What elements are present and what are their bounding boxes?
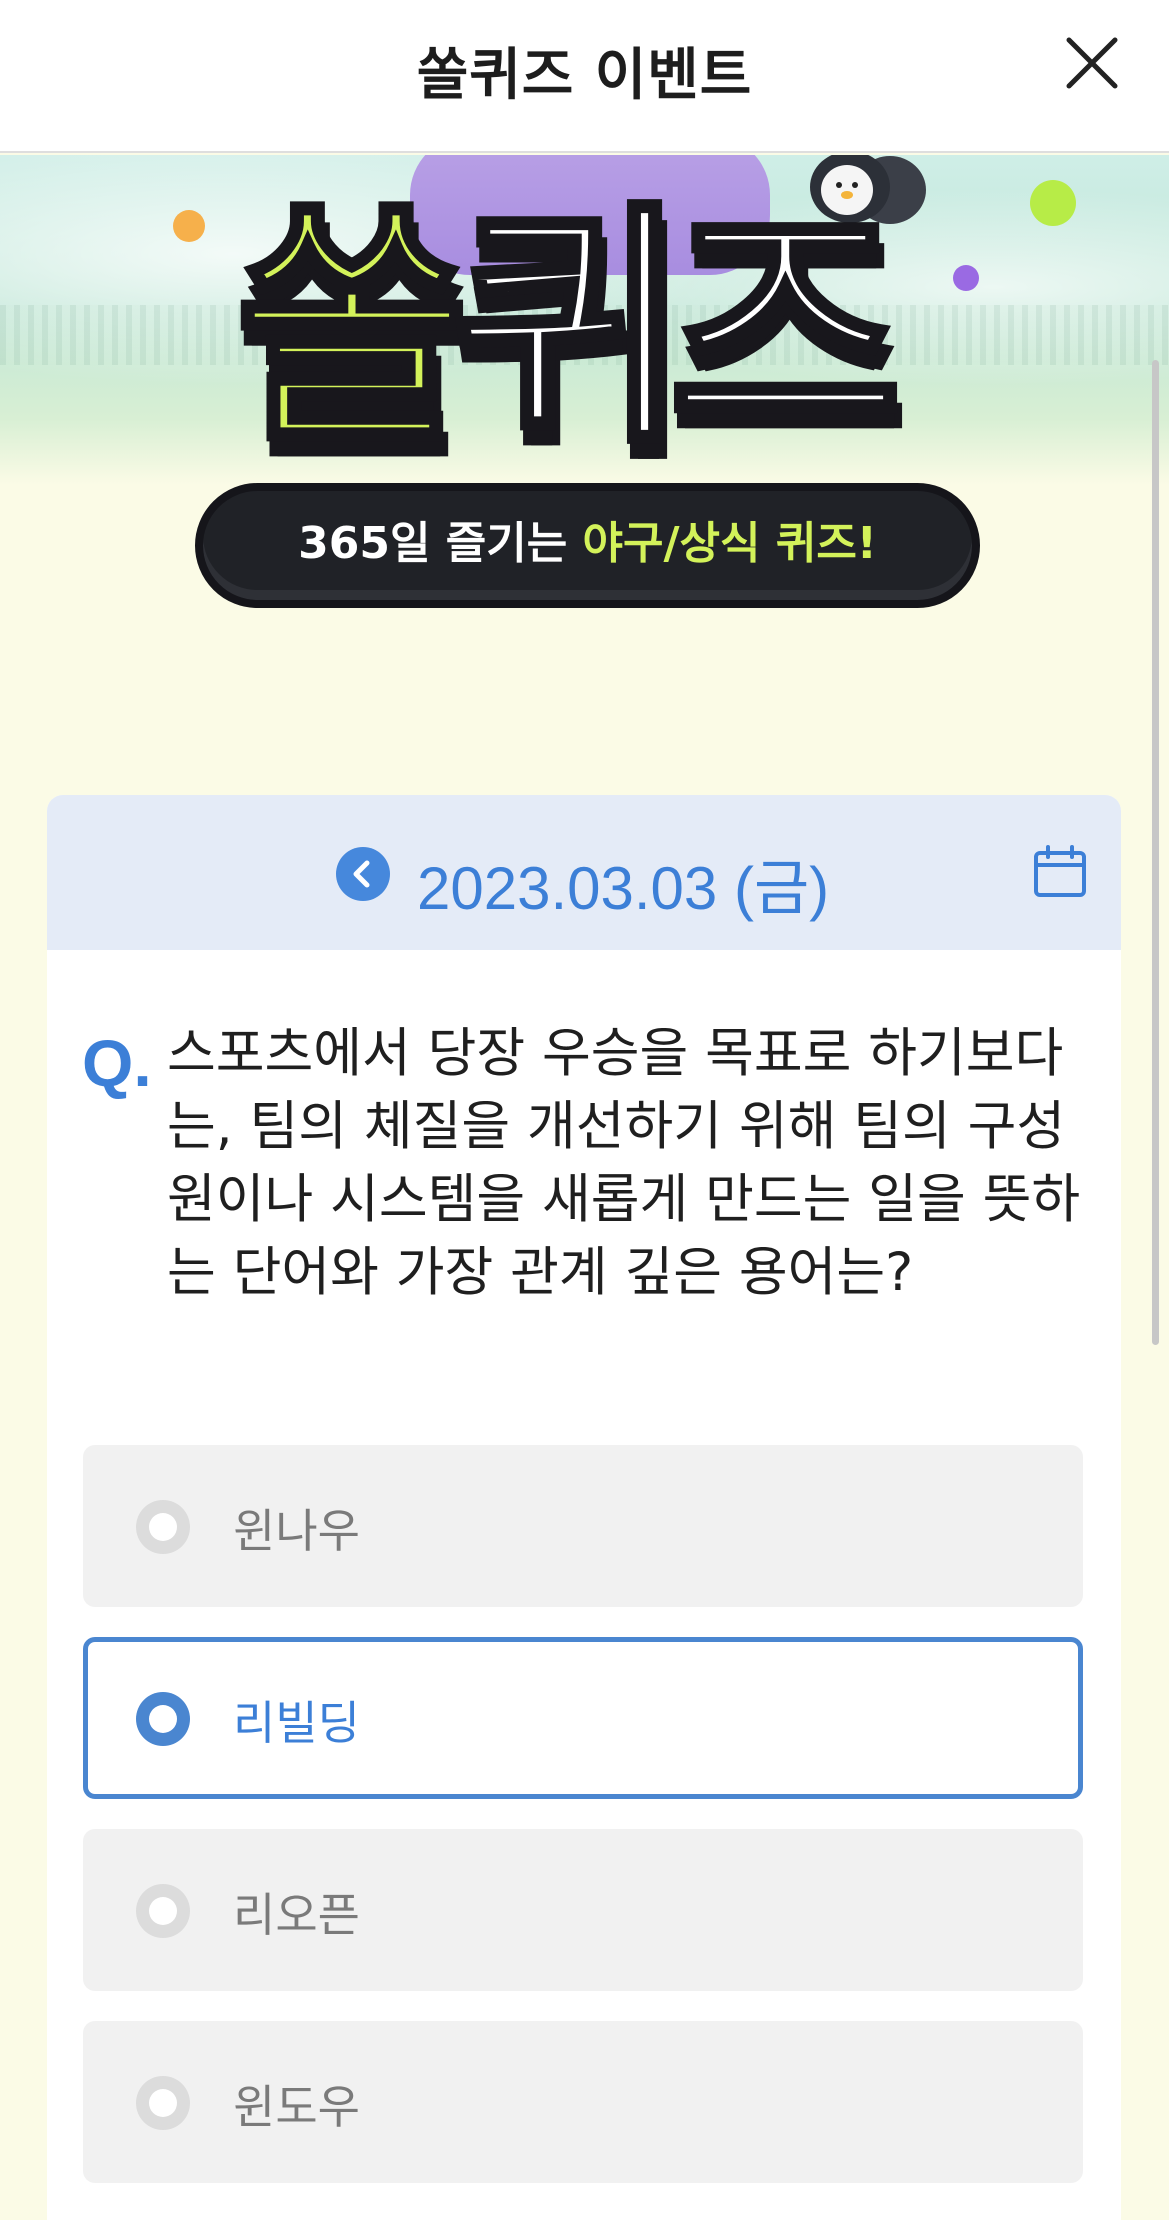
calendar-button[interactable]: [1032, 843, 1088, 899]
close-button[interactable]: [1065, 36, 1119, 90]
scrollbar[interactable]: [1152, 360, 1159, 1345]
quiz-card: 2023.03.03 (금) Q. 스포츠에서 당장 우승을 목표로 하기보다는…: [47, 795, 1121, 2220]
subtitle-accent: 야구/상식 퀴즈!: [582, 518, 877, 569]
radio-button-selected[interactable]: [136, 1692, 190, 1746]
radio-button[interactable]: [136, 1884, 190, 1938]
option-label: 윈나우: [233, 1504, 360, 1558]
radio-button[interactable]: [136, 1500, 190, 1554]
option-4[interactable]: 윈도우: [83, 2021, 1083, 2183]
option-2[interactable]: 리빌딩: [83, 1637, 1083, 1799]
date-bar: 2023.03.03 (금): [47, 795, 1121, 950]
option-label: 리빌딩: [233, 1696, 360, 1750]
banner-subtitle: 365일 즐기는 야구/상식 퀴즈!: [195, 483, 980, 608]
option-label: 윈도우: [233, 2080, 360, 2134]
logo-part2: 퀴즈: [449, 181, 906, 478]
question-label: Q.: [82, 1026, 152, 1100]
prev-date-button[interactable]: [336, 847, 390, 901]
close-icon: [1066, 37, 1118, 89]
quiz-logo: 쏠퀴즈: [232, 192, 906, 495]
radio-button[interactable]: [136, 2076, 190, 2130]
chevron-left-icon: [353, 860, 370, 888]
purple-dot: [953, 265, 979, 291]
option-1[interactable]: 윈나우: [83, 1445, 1083, 1607]
page-title: 쏠퀴즈 이벤트: [416, 43, 753, 108]
option-label: 리오픈: [233, 1888, 360, 1942]
option-3[interactable]: 리오픈: [83, 1829, 1083, 1991]
calendar-icon: [1034, 845, 1086, 897]
question-text: 스포츠에서 당장 우승을 목표로 하기보다는, 팀의 체질을 개선하기 위해 팀…: [167, 1023, 1081, 1303]
orange-dot: [173, 210, 205, 242]
green-dot: [1030, 180, 1076, 226]
logo-part1: 쏠: [232, 181, 473, 478]
subtitle-prefix: 365일 즐기는: [298, 518, 583, 569]
event-banner: 쏠퀴즈 365일 즐기는 야구/상식 퀴즈!: [0, 155, 1169, 795]
app-header: 쏠퀴즈 이벤트: [0, 0, 1169, 153]
quiz-date: 2023.03.03 (금): [417, 855, 830, 922]
